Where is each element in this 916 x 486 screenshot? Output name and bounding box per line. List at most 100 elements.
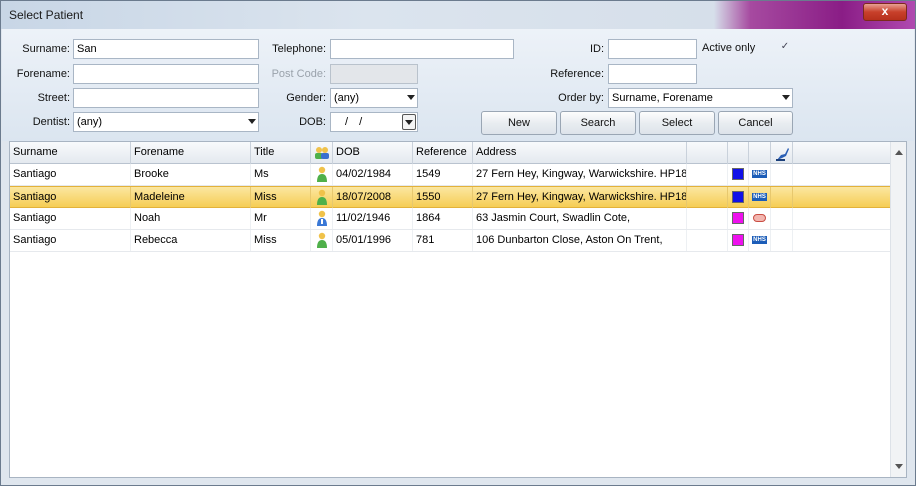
- cell-dental-chair: [771, 208, 793, 229]
- cell-title: Miss: [251, 187, 311, 208]
- select-patient-dialog: Select Patient x Surname: Forename: Stre…: [0, 0, 916, 486]
- cell-blank: [687, 164, 728, 185]
- dentist-select[interactable]: (any): [73, 112, 259, 132]
- column-header-title[interactable]: Title: [251, 142, 311, 164]
- gender-label: Gender:: [286, 92, 326, 104]
- title-bar[interactable]: Select Patient x: [1, 1, 915, 29]
- cell-surname: Santiago: [10, 208, 131, 229]
- cell-color: [728, 208, 749, 229]
- column-header-dob[interactable]: DOB: [333, 142, 413, 164]
- dob-picker[interactable]: / /: [330, 112, 418, 132]
- cell-forename: Brooke: [131, 164, 251, 185]
- color-swatch: [732, 212, 744, 224]
- cell-color: [728, 187, 749, 208]
- cell-blank: [687, 208, 728, 229]
- cell-dental-chair: [771, 164, 793, 185]
- cell-dob: 18/07/2008: [333, 187, 413, 208]
- order-by-select[interactable]: Surname, Forename: [608, 88, 793, 108]
- search-button[interactable]: Search: [560, 111, 636, 135]
- cell-badge: [749, 208, 771, 229]
- id-label: ID:: [589, 43, 604, 55]
- table-row[interactable]: Santiago Noah Mr 11/02/1946 1864 63 Jasmin Co…: [10, 208, 890, 230]
- active-only-checkbox[interactable]: ✓: [779, 41, 791, 53]
- cell-surname: Santiago: [10, 230, 131, 251]
- cell-address: 27 Fern Hey, Kingway, Warwickshire. HP18: [473, 187, 687, 208]
- cell-surname: Santiago: [10, 187, 131, 208]
- forename-label: Forename:: [16, 68, 70, 80]
- cell-blank: [687, 230, 728, 251]
- select-button[interactable]: Select: [639, 111, 715, 135]
- window-title: Select Patient: [9, 8, 84, 22]
- cell-gender: [311, 230, 333, 251]
- dob-value: / /: [345, 116, 363, 128]
- column-header-dental-chair[interactable]: [771, 142, 793, 164]
- cell-title: Ms: [251, 164, 311, 185]
- chevron-down-icon: [407, 95, 415, 100]
- cell-title: Miss: [251, 230, 311, 251]
- dentist-value: (any): [77, 116, 103, 128]
- scroll-down-icon[interactable]: [895, 464, 903, 469]
- gender-value: (any): [334, 92, 360, 104]
- reference-label: Reference:: [550, 68, 604, 80]
- forename-input[interactable]: [73, 64, 259, 84]
- cell-gender: [311, 208, 333, 229]
- cell-dob: 11/02/1946: [333, 208, 413, 229]
- color-swatch: [732, 168, 744, 180]
- cell-address: 106 Dunbarton Close, Aston On Trent,: [473, 230, 687, 251]
- surname-label: Surname:: [22, 43, 70, 55]
- surname-input[interactable]: [73, 39, 259, 59]
- cell-color: [728, 164, 749, 185]
- cancel-button[interactable]: Cancel: [718, 111, 793, 135]
- column-header-address[interactable]: Address: [473, 142, 687, 164]
- cell-forename: Noah: [131, 208, 251, 229]
- column-header-surname[interactable]: Surname: [10, 142, 131, 164]
- cell-dob: 04/02/1984: [333, 164, 413, 185]
- patient-results-grid: Surname Forename Title DOB Reference Add…: [9, 141, 907, 478]
- cell-badge: NHS: [749, 187, 771, 208]
- column-header-gender[interactable]: [311, 142, 333, 164]
- cell-address: 27 Fern Hey, Kingway, Warwickshire. HP18: [473, 164, 687, 185]
- cell-gender: [311, 164, 333, 185]
- cell-gender: [311, 187, 333, 208]
- column-header-badge[interactable]: [749, 142, 771, 164]
- color-swatch: [732, 191, 744, 203]
- active-only-label: Active only: [702, 42, 756, 54]
- cell-address: 63 Jasmin Court, Swadlin Cote,: [473, 208, 687, 229]
- cell-badge: NHS: [749, 230, 771, 251]
- mouth-icon: [753, 214, 766, 222]
- cell-reference: 1550: [413, 187, 473, 208]
- column-header-reference[interactable]: Reference: [413, 142, 473, 164]
- gender-select[interactable]: (any): [330, 88, 418, 108]
- table-row[interactable]: Santiago Rebecca Miss 05/01/1996 781 106 Dunb…: [10, 230, 890, 252]
- telephone-input[interactable]: [330, 39, 514, 59]
- cell-dob: 05/01/1996: [333, 230, 413, 251]
- chevron-down-icon: [248, 119, 256, 124]
- postcode-input: [330, 64, 418, 84]
- column-header-forename[interactable]: Forename: [131, 142, 251, 164]
- reference-input[interactable]: [608, 64, 697, 84]
- close-button[interactable]: x: [863, 3, 907, 21]
- table-row[interactable]: Santiago Brooke Ms 04/02/1984 1549 27 Fern He…: [10, 164, 890, 186]
- nhs-icon: NHS: [752, 170, 767, 178]
- cell-title: Mr: [251, 208, 311, 229]
- chevron-down-icon: [405, 120, 413, 125]
- id-input[interactable]: [608, 39, 697, 59]
- cell-reference: 781: [413, 230, 473, 251]
- street-input[interactable]: [73, 88, 259, 108]
- grid-header: Surname Forename Title DOB Reference Add…: [10, 142, 890, 164]
- new-button[interactable]: New: [481, 111, 557, 135]
- street-label: Street:: [37, 92, 70, 104]
- cell-blank: [687, 187, 728, 208]
- calendar-dropdown-button[interactable]: [402, 114, 416, 130]
- scroll-up-icon[interactable]: [895, 150, 903, 155]
- color-swatch: [732, 234, 744, 246]
- table-row[interactable]: Santiago Madeleine Miss 18/07/2008 1550 27 Fe…: [10, 186, 890, 208]
- cell-forename: Madeleine: [131, 187, 251, 208]
- vertical-scrollbar[interactable]: [890, 142, 906, 477]
- nhs-icon: NHS: [752, 236, 767, 244]
- column-header-blank[interactable]: [687, 142, 728, 164]
- postcode-label: Post Code:: [271, 68, 326, 80]
- cell-dental-chair: [771, 187, 793, 208]
- order-by-label: Order by:: [558, 92, 604, 104]
- column-header-color[interactable]: [728, 142, 749, 164]
